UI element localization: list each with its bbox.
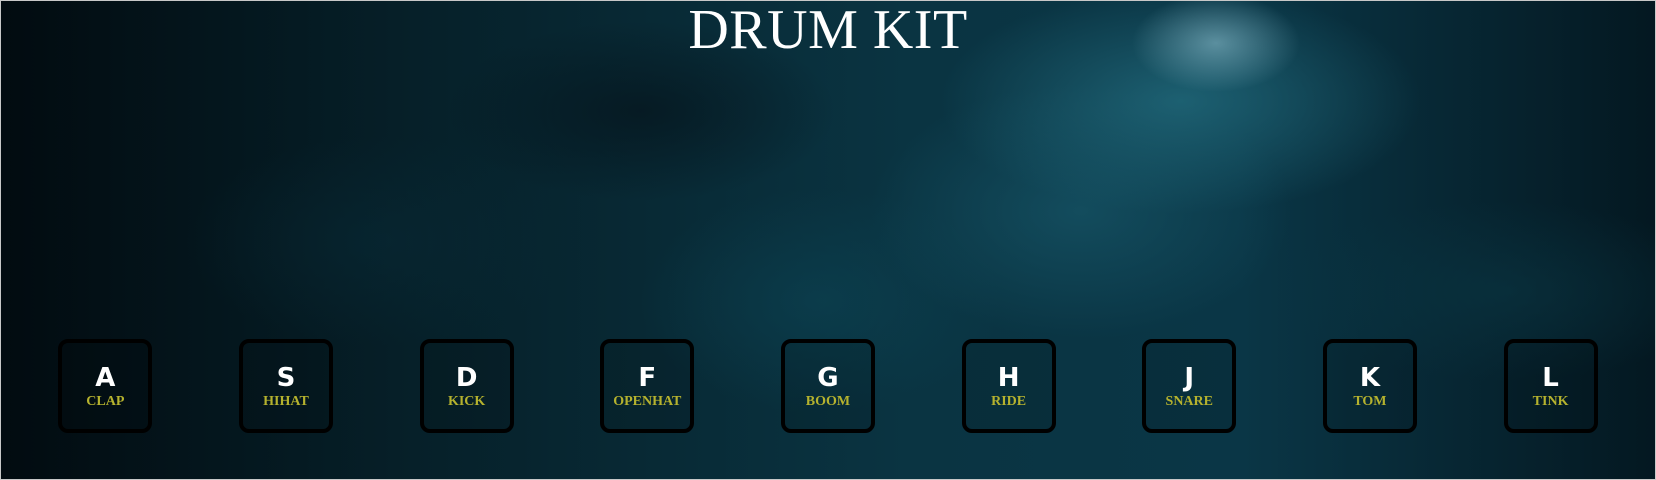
key-snare[interactable]: J SNARE <box>1142 339 1237 433</box>
key-sound-label: BOOM <box>805 394 851 409</box>
key-tom[interactable]: K TOM <box>1322 339 1417 433</box>
key-openhat[interactable]: F OPENHAT <box>600 339 695 433</box>
keys-row: A CLAP S HIHAT D KICK F OPENHAT G BOOM H… <box>1 339 1655 433</box>
key-letter: S <box>276 363 296 393</box>
key-letter: D <box>455 363 478 393</box>
key-sound-label: KICK <box>447 394 486 409</box>
key-ride[interactable]: H RIDE <box>961 339 1056 433</box>
key-kick[interactable]: D KICK <box>419 339 514 433</box>
key-letter: K <box>1359 363 1380 393</box>
key-sound-label: TOM <box>1353 394 1387 409</box>
key-sound-label: CLAP <box>86 394 125 409</box>
key-letter: G <box>817 363 839 393</box>
key-hihat[interactable]: S HIHAT <box>238 339 333 433</box>
key-tink[interactable]: L TINK <box>1503 339 1598 433</box>
key-letter: L <box>1542 363 1559 393</box>
key-sound-label: TINK <box>1532 394 1569 409</box>
key-sound-label: HIHAT <box>263 394 309 409</box>
key-letter: F <box>638 363 657 393</box>
page-title: DRUM KIT <box>688 0 968 61</box>
key-letter: A <box>95 363 116 393</box>
key-clap[interactable]: A CLAP <box>58 339 153 433</box>
key-boom[interactable]: G BOOM <box>780 339 875 433</box>
key-sound-label: SNARE <box>1165 394 1213 409</box>
key-sound-label: OPENHAT <box>613 394 682 409</box>
key-sound-label: RIDE <box>991 394 1027 409</box>
key-letter: J <box>1184 363 1195 393</box>
key-letter: H <box>997 363 1020 393</box>
drum-kit-page: DRUM KIT A CLAP S HIHAT D KICK F OPENHAT… <box>0 0 1656 480</box>
